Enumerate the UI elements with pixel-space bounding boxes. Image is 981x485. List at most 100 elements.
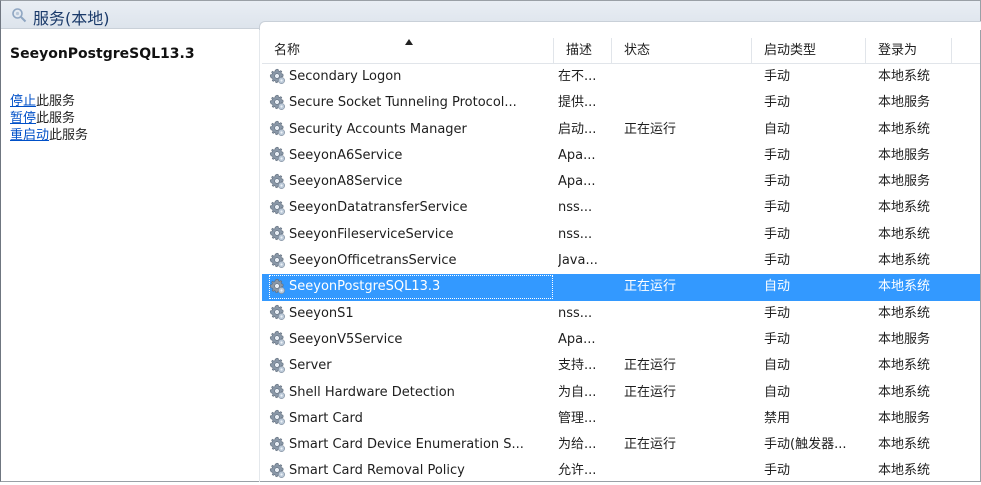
- service-row-selected[interactable]: SeeyonPostgreSQL13.3 正在运行 自动 本地系统: [262, 274, 980, 301]
- gear-service-icon: [269, 462, 285, 478]
- column-header-name-label: 名称: [274, 43, 301, 58]
- service-row[interactable]: SeeyonV5Service Apa... 手动 本地服务: [262, 327, 980, 353]
- service-name-cell: Secondary Logon: [268, 64, 554, 90]
- service-description: nss...: [558, 200, 593, 216]
- service-logon-as: 本地服务: [878, 331, 931, 347]
- service-name: Smart Card: [289, 410, 363, 426]
- service-row[interactable]: SeeyonDatatransferService nss... 手动 本地系统: [262, 195, 980, 221]
- gear-service-icon: [269, 252, 285, 268]
- pause-service-suffix: 此服务: [36, 111, 76, 126]
- services-list: 名称 描述 状态 启动类型 登录为 Secondary Logon 在不... …: [262, 38, 980, 485]
- column-header-startup[interactable]: 启动类型: [752, 38, 866, 63]
- service-logon-as: 本地系统: [878, 253, 931, 269]
- service-name: Secondary Logon: [289, 69, 402, 84]
- services-search-icon: [12, 8, 27, 23]
- service-name-cell: SeeyonPostgreSQL13.3: [268, 274, 554, 300]
- service-row[interactable]: SeeyonOfficetransService Java... 手动 本地系统: [262, 248, 980, 274]
- service-row[interactable]: SeeyonA8Service Apa... 手动 本地服务: [262, 169, 980, 195]
- gear-service-icon: [269, 94, 285, 110]
- service-status: 正在运行: [624, 437, 677, 453]
- stop-service-link[interactable]: 停止: [10, 94, 36, 109]
- page-title: 服务(本地): [33, 9, 110, 28]
- service-startup-type: 自动: [764, 358, 791, 374]
- service-logon-as: 本地系统: [878, 121, 931, 137]
- service-logon-as: 本地系统: [878, 437, 931, 453]
- service-row[interactable]: Smart Card Removal Policy 允许... 手动 本地系统: [262, 458, 980, 484]
- selected-service-title: SeeyonPostgreSQL13.3: [10, 46, 195, 62]
- service-startup-type: 手动: [764, 463, 791, 479]
- service-actions: 停止此服务 暂停此服务 重启动此服务: [10, 93, 88, 144]
- service-description: 为给...: [558, 437, 597, 453]
- service-status: [624, 64, 744, 90]
- service-row[interactable]: Secure Socket Tunneling Protocol... 提供..…: [262, 90, 980, 116]
- stop-service-suffix: 此服务: [36, 94, 76, 109]
- column-header-logon[interactable]: 登录为: [866, 38, 952, 63]
- gear-service-icon: [269, 226, 285, 242]
- service-startup-type: 手动: [764, 226, 791, 242]
- gear-service-icon: [269, 147, 285, 163]
- service-name-cell: Smart Card: [268, 406, 554, 432]
- service-row[interactable]: SeeyonS1 nss... 手动 本地系统: [262, 301, 980, 327]
- content-tab-edge: [259, 21, 981, 30]
- service-description: [558, 274, 612, 300]
- service-name: Secure Socket Tunneling Protocol...: [289, 95, 517, 111]
- description-pane: SeeyonPostgreSQL13.3 停止此服务 暂停此服务 重启动此服务: [1, 30, 259, 481]
- restart-service-link[interactable]: 重启动: [10, 128, 49, 143]
- service-row[interactable]: Smart Card Device Enumeration S... 为给...…: [262, 432, 980, 458]
- service-status: [624, 301, 744, 327]
- service-name-cell: SeeyonA6Service: [268, 143, 554, 169]
- column-header-name[interactable]: 名称: [262, 38, 554, 63]
- service-row[interactable]: SeeyonA6Service Apa... 手动 本地服务: [262, 143, 980, 169]
- service-logon-as: 本地系统: [878, 305, 931, 321]
- service-startup-type: 禁用: [764, 410, 791, 426]
- service-startup-type: 自动: [764, 279, 791, 295]
- service-row[interactable]: Security Accounts Manager 启动... 正在运行 自动 …: [262, 117, 980, 143]
- service-description: 在不...: [558, 69, 597, 84]
- gear-service-icon: [269, 383, 285, 400]
- service-status: 正在运行: [624, 384, 677, 400]
- service-name-cell: SeeyonV5Service: [268, 327, 554, 353]
- pause-service-link[interactable]: 暂停: [10, 111, 36, 126]
- service-rows: Secondary Logon 在不... 手动 本地系统 Secure Soc…: [262, 64, 980, 485]
- service-name: SeeyonDatatransferService: [289, 200, 468, 216]
- service-name: Smart Card Removal Policy: [289, 463, 465, 479]
- service-startup-type: 手动: [764, 305, 791, 321]
- service-row[interactable]: Server 支持... 正在运行 自动 本地系统: [262, 353, 980, 379]
- service-name-cell: Server: [268, 353, 554, 379]
- service-name-cell: Shell Hardware Detection: [268, 380, 554, 406]
- service-status: [624, 195, 744, 221]
- service-name: SeeyonV5Service: [289, 331, 403, 347]
- service-row[interactable]: Secondary Logon 在不... 手动 本地系统: [262, 64, 980, 90]
- service-name: Smart Card Device Enumeration S...: [289, 437, 524, 453]
- gear-service-icon: [269, 173, 285, 189]
- column-header-status[interactable]: 状态: [612, 38, 752, 63]
- column-header-status-label: 状态: [624, 43, 651, 58]
- service-status: [624, 458, 744, 484]
- service-logon-as: 本地服务: [878, 174, 931, 190]
- service-name: SeeyonFileserviceService: [289, 226, 454, 242]
- service-startup-type: 自动: [764, 384, 791, 400]
- service-name-cell: SeeyonS1: [268, 301, 554, 327]
- service-row[interactable]: SeeyonFileserviceService nss... 手动 本地系统: [262, 222, 980, 248]
- service-logon-as: 本地服务: [878, 147, 931, 163]
- column-header-desc[interactable]: 描述: [554, 38, 612, 63]
- service-status: [624, 327, 744, 353]
- service-name: SeeyonOfficetransService: [289, 253, 457, 269]
- service-description: nss...: [558, 226, 593, 242]
- service-status: [624, 169, 744, 195]
- service-row[interactable]: Shell Hardware Detection 为自... 正在运行 自动 本…: [262, 380, 980, 406]
- service-logon-as: 本地系统: [878, 69, 931, 84]
- service-name: SeeyonPostgreSQL13.3: [289, 279, 441, 295]
- restart-service-action: 重启动此服务: [10, 127, 88, 144]
- service-name: SeeyonA8Service: [289, 174, 403, 190]
- gear-service-icon: [269, 278, 285, 294]
- service-name-cell: Smart Card Removal Policy: [268, 458, 554, 484]
- service-name: Security Accounts Manager: [289, 121, 467, 137]
- service-logon-as: 本地服务: [878, 410, 931, 426]
- service-logon-as: 本地服务: [878, 95, 931, 111]
- service-description: 支持...: [558, 358, 597, 374]
- service-startup-type: 手动: [764, 147, 791, 163]
- pane-divider[interactable]: [259, 30, 260, 482]
- service-status: [624, 248, 744, 274]
- service-row[interactable]: Smart Card 管理... 禁用 本地服务: [262, 406, 980, 432]
